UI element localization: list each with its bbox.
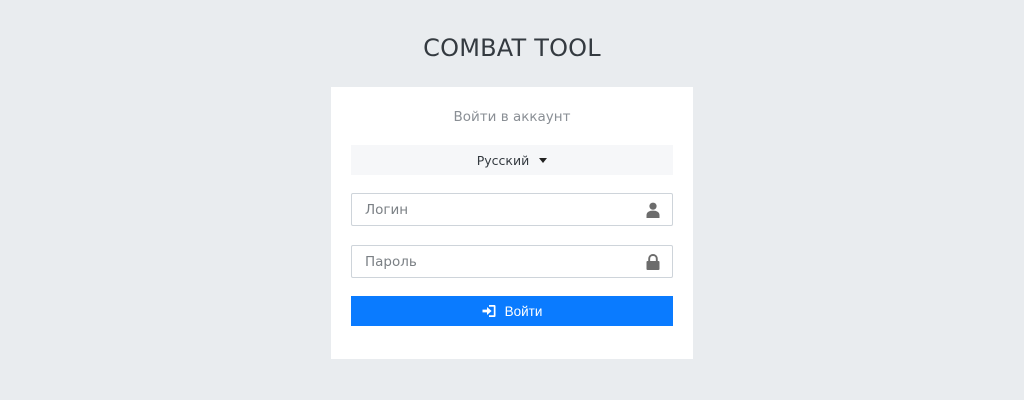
login-page: COMBAT TOOL Войти в аккаунт Русский Логи…	[0, 0, 1024, 400]
login-field[interactable]	[351, 193, 673, 226]
login-input[interactable]	[352, 194, 645, 225]
card-subtitle: Войти в аккаунт	[453, 109, 571, 125]
language-selected-label: Русский	[476, 152, 530, 168]
sign-in-icon	[482, 305, 496, 317]
login-submit-button[interactable]: Войти	[351, 296, 673, 326]
password-input[interactable]	[352, 246, 645, 277]
caret-down-icon	[539, 157, 548, 163]
user-icon	[646, 202, 660, 218]
login-card: Войти в аккаунт Русский Войти	[331, 87, 693, 359]
language-select[interactable]: Русский	[351, 145, 673, 175]
lock-icon	[646, 254, 660, 270]
app-title: COMBAT TOOL	[423, 34, 601, 62]
password-field[interactable]	[351, 245, 673, 278]
login-submit-label: Войти	[504, 303, 543, 319]
